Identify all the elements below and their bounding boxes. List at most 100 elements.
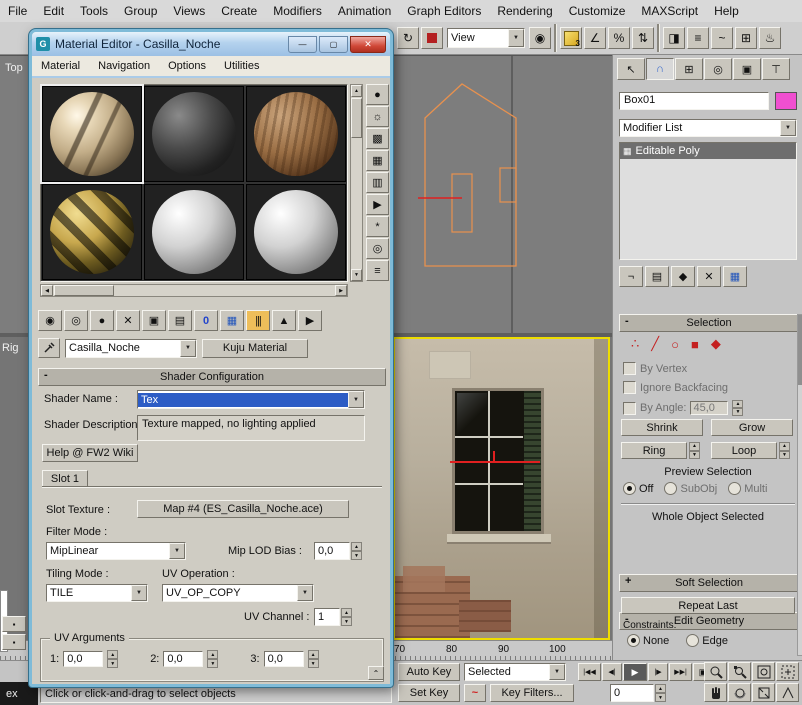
menu-animation[interactable]: Animation (330, 2, 399, 20)
material-type-button[interactable]: Kuju Material (202, 339, 308, 358)
preview-multi-radio[interactable] (728, 482, 741, 495)
zoom-all-icon[interactable] (728, 662, 751, 681)
slots-vertical-scrollbar[interactable]: ▲ ▼ (350, 84, 363, 282)
help-fw2-wiki-button[interactable]: Help @ FW2 Wiki (42, 444, 138, 462)
shrink-button[interactable]: Shrink (621, 419, 703, 436)
ring-button[interactable]: Ring (621, 442, 687, 459)
material-slot-2[interactable] (144, 86, 244, 182)
rollout-shader-configuration[interactable]: - Shader Configuration (38, 368, 386, 386)
key-filter-dropdown[interactable]: Selected (464, 663, 566, 681)
select-and-rotate-icon[interactable]: ↻ (397, 27, 419, 49)
current-frame-field[interactable]: 0 (610, 684, 654, 702)
object-name-field[interactable]: Box01 (619, 92, 769, 110)
scroll-up-icon[interactable]: ▲ (351, 85, 362, 97)
minimize-button[interactable]: — (288, 36, 317, 53)
material-map-navigator-icon[interactable]: ≡ (366, 260, 389, 281)
chevron-down-icon[interactable] (549, 664, 565, 680)
loop-spinner[interactable] (779, 442, 790, 459)
reference-coordinate-dropdown[interactable]: View (447, 28, 525, 48)
menu-modifiers[interactable]: Modifiers (265, 2, 330, 20)
angle-snap-icon[interactable]: ∠ (584, 27, 606, 49)
material-slot-4[interactable] (42, 184, 142, 280)
constraint-edge-radio[interactable] (686, 634, 699, 647)
material-name-dropdown[interactable]: Casilla_Noche (65, 339, 197, 358)
chevron-down-icon[interactable] (780, 120, 796, 136)
backlight-icon[interactable]: ☼ (366, 106, 389, 127)
menu-graph-editors[interactable]: Graph Editors (399, 2, 489, 20)
scrollbar-thumb[interactable] (54, 285, 114, 296)
make-unique-stack-icon[interactable]: ◆ (671, 266, 695, 287)
uv-channel-field[interactable]: 1 (314, 608, 340, 626)
make-material-copy-icon[interactable]: ▣ (142, 310, 166, 331)
ignore-backfacing-checkbox[interactable] (623, 381, 636, 394)
grow-button[interactable]: Grow (711, 419, 793, 436)
menu-tools[interactable]: Tools (72, 2, 116, 20)
reset-map-icon[interactable]: ✕ (116, 310, 140, 331)
preview-off-radio[interactable] (623, 482, 636, 495)
zoom-extents-icon[interactable] (752, 662, 775, 681)
tiling-mode-dropdown[interactable]: TILE (46, 584, 148, 602)
options-icon[interactable]: * (366, 216, 389, 237)
chevron-down-icon[interactable] (508, 29, 524, 47)
material-editor-titlebar[interactable]: G Material Editor - Casilla_Noche — ▢ ✕ (32, 32, 390, 56)
select-and-scale-icon[interactable] (421, 27, 443, 49)
spinner-snap-icon[interactable]: ⇅ (632, 27, 654, 49)
menu-group[interactable]: Group (116, 2, 165, 20)
loop-button[interactable]: Loop (711, 442, 777, 459)
slot-texture-button[interactable]: Map #4 (ES_Casilla_Noche.ace) (137, 500, 349, 518)
background-icon[interactable]: ▩ (366, 128, 389, 149)
mip-lod-bias-spinner[interactable] (351, 542, 362, 560)
use-pivot-center-icon[interactable]: ◉ (529, 27, 551, 49)
align-icon[interactable]: ≡ (687, 27, 709, 49)
panel-scroll-corner-button[interactable]: ⌃ (368, 666, 384, 680)
scroll-right-icon[interactable]: ▶ (335, 285, 347, 296)
menu-create[interactable]: Create (213, 2, 265, 20)
scrollbar-thumb[interactable] (351, 98, 362, 138)
chevron-down-icon[interactable] (180, 340, 196, 357)
put-to-library-icon[interactable]: ▤ (168, 310, 192, 331)
chevron-down-icon[interactable] (297, 585, 313, 601)
vertex-subobject-icon[interactable]: ∴ (631, 336, 639, 352)
menu-views[interactable]: Views (165, 2, 213, 20)
show-end-result-stack-icon[interactable]: ▤ (645, 266, 669, 287)
maximize-viewport-icon[interactable] (752, 683, 775, 702)
scroll-down-icon[interactable]: ▼ (351, 269, 362, 281)
tab-modify[interactable]: ∩ (646, 58, 674, 80)
material-slot-3[interactable] (246, 86, 346, 182)
material-editor-window[interactable]: G Material Editor - Casilla_Noche — ▢ ✕ … (29, 29, 393, 687)
get-material-icon[interactable]: ◉ (38, 310, 62, 331)
repeat-last-button[interactable]: Repeat Last (621, 597, 795, 614)
remove-modifier-icon[interactable]: ✕ (697, 266, 721, 287)
by-angle-checkbox[interactable] (623, 402, 636, 415)
go-to-start-button[interactable]: |◀◀ (578, 663, 601, 681)
uv1-field[interactable]: 0,0 (63, 651, 103, 667)
edge-subobject-icon[interactable]: ╱ (651, 336, 659, 352)
show-end-result-icon[interactable]: ||| (246, 310, 270, 331)
assign-material-to-selection-icon[interactable]: ● (90, 310, 114, 331)
border-subobject-icon[interactable]: ○ (671, 337, 679, 352)
material-slot-1[interactable] (42, 86, 142, 182)
by-angle-spinner[interactable] (732, 400, 743, 416)
set-keys-toggle-button[interactable]: ~ (464, 684, 486, 702)
arc-rotate-icon[interactable] (728, 683, 751, 702)
pick-material-eyedropper-icon[interactable] (38, 338, 60, 358)
tab-hierarchy[interactable]: ⊞ (675, 58, 703, 80)
configure-modifier-sets-icon[interactable]: ▦ (723, 266, 747, 287)
set-key-button[interactable]: Set Key (398, 684, 460, 702)
percent-snap-icon[interactable]: % (608, 27, 630, 49)
uv-operation-dropdown[interactable]: UV_OP_COPY (162, 584, 314, 602)
close-button[interactable]: ✕ (350, 36, 386, 53)
polygon-subobject-icon[interactable]: ■ (691, 337, 699, 352)
menu-edit[interactable]: Edit (35, 2, 72, 20)
uv2-field[interactable]: 0,0 (163, 651, 203, 667)
object-color-swatch[interactable] (775, 92, 797, 110)
uv3-spinner[interactable] (308, 650, 319, 668)
play-button[interactable]: ▶ (623, 663, 647, 681)
mirror-icon[interactable]: ◨ (663, 27, 685, 49)
snap-toggle-icon[interactable]: 3 (560, 27, 582, 49)
menu-maxscript[interactable]: MAXScript (633, 2, 706, 20)
by-angle-value[interactable]: 45,0 (690, 401, 728, 415)
material-slot-6[interactable] (246, 184, 346, 280)
tab-create[interactable]: ↖ (617, 58, 645, 80)
viewport-right-label[interactable]: Rig (2, 342, 19, 354)
